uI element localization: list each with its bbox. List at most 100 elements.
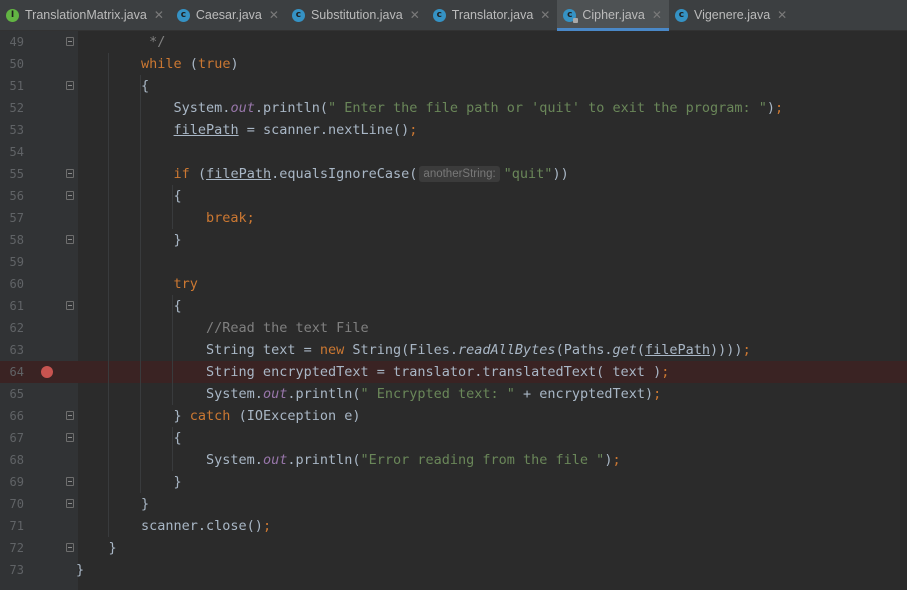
line-number[interactable]: 66 bbox=[0, 405, 24, 427]
indent-guide bbox=[140, 75, 141, 493]
code-token: ) bbox=[766, 100, 776, 116]
code-line[interactable]: 63 String text = new String(Files.readAl… bbox=[0, 339, 907, 361]
code-text: break; bbox=[76, 207, 255, 229]
code-text: System.out.println("Error reading from t… bbox=[76, 449, 621, 471]
line-number[interactable]: 63 bbox=[0, 339, 24, 361]
code-line[interactable]: 49 */ bbox=[0, 31, 907, 53]
fold-marker-icon[interactable] bbox=[66, 411, 74, 420]
fold-marker-icon[interactable] bbox=[66, 499, 74, 508]
code-line[interactable]: 59 bbox=[0, 251, 907, 273]
code-line[interactable]: 50 while (true) bbox=[0, 53, 907, 75]
code-token: + encryptedText) bbox=[514, 386, 654, 402]
code-token: System. bbox=[76, 452, 263, 468]
code-text: { bbox=[76, 295, 182, 317]
code-token: )) bbox=[552, 166, 569, 182]
line-number[interactable]: 72 bbox=[0, 537, 24, 559]
code-token: (Paths. bbox=[555, 342, 613, 358]
line-number[interactable]: 70 bbox=[0, 493, 24, 515]
indent-guide bbox=[108, 53, 109, 537]
breakpoint-icon[interactable] bbox=[41, 366, 53, 378]
fold-marker-icon[interactable] bbox=[66, 235, 74, 244]
line-number[interactable]: 53 bbox=[0, 119, 24, 141]
line-number[interactable]: 71 bbox=[0, 515, 24, 537]
line-number[interactable]: 62 bbox=[0, 317, 24, 339]
fold-marker-icon[interactable] bbox=[66, 301, 74, 310]
fold-marker-icon[interactable] bbox=[66, 543, 74, 552]
close-tab-icon[interactable]: ✕ bbox=[154, 8, 164, 22]
line-number[interactable]: 58 bbox=[0, 229, 24, 251]
code-line[interactable]: 55 if (filePath.equalsIgnoreCase(another… bbox=[0, 163, 907, 185]
code-line[interactable]: 73} bbox=[0, 559, 907, 581]
code-line[interactable]: 65 System.out.println(" Encrypted text: … bbox=[0, 383, 907, 405]
code-line[interactable]: 71 scanner.close(); bbox=[0, 515, 907, 537]
code-editor[interactable]: 49 */50 while (true) 51 {52 System.out.pr… bbox=[0, 31, 907, 590]
fold-marker-icon[interactable] bbox=[66, 81, 74, 90]
line-number[interactable]: 50 bbox=[0, 53, 24, 75]
line-number[interactable]: 52 bbox=[0, 97, 24, 119]
fold-marker-icon[interactable] bbox=[66, 477, 74, 486]
code-token: filePath bbox=[173, 122, 239, 138]
line-number[interactable]: 59 bbox=[0, 251, 24, 273]
code-token: catch bbox=[189, 408, 231, 424]
tab-translationmatrix-java[interactable]: I TranslationMatrix.java ✕ bbox=[0, 0, 171, 30]
close-tab-icon[interactable]: ✕ bbox=[652, 8, 662, 22]
code-token: break; bbox=[206, 210, 255, 226]
tab-caesar-java[interactable]: c Caesar.java ✕ bbox=[171, 0, 286, 30]
code-text: { bbox=[76, 185, 182, 207]
code-line[interactable]: 58 } bbox=[0, 229, 907, 251]
code-line[interactable]: 72 } bbox=[0, 537, 907, 559]
close-tab-icon[interactable]: ✕ bbox=[410, 8, 420, 22]
code-token: String encryptedText = translator.transl… bbox=[76, 364, 662, 380]
line-number[interactable]: 64 bbox=[0, 361, 24, 383]
fold-marker-icon[interactable] bbox=[66, 37, 74, 46]
code-line[interactable]: 60 try bbox=[0, 273, 907, 295]
line-number[interactable]: 60 bbox=[0, 273, 24, 295]
code-token: ; bbox=[612, 452, 621, 468]
code-line[interactable]: 56 { bbox=[0, 185, 907, 207]
close-tab-icon[interactable]: ✕ bbox=[269, 8, 279, 22]
code-line[interactable]: 53 filePath = scanner.nextLine(); bbox=[0, 119, 907, 141]
code-line[interactable]: 51 { bbox=[0, 75, 907, 97]
code-token: } bbox=[76, 562, 85, 578]
code-line[interactable]: 67 { bbox=[0, 427, 907, 449]
line-number[interactable]: 54 bbox=[0, 141, 24, 163]
line-number[interactable]: 69 bbox=[0, 471, 24, 493]
code-line[interactable]: 62 //Read the text File bbox=[0, 317, 907, 339]
line-number[interactable]: 73 bbox=[0, 559, 24, 581]
line-number[interactable]: 65 bbox=[0, 383, 24, 405]
code-token: = scanner.nextLine() bbox=[238, 122, 410, 138]
code-token: readAllBytes bbox=[458, 342, 556, 358]
line-number[interactable]: 49 bbox=[0, 31, 24, 53]
line-number[interactable]: 68 bbox=[0, 449, 24, 471]
code-token: out bbox=[262, 386, 288, 402]
line-number[interactable]: 55 bbox=[0, 163, 24, 185]
tab-vigenere-java[interactable]: c Vigenere.java ✕ bbox=[669, 0, 794, 30]
fold-marker-icon[interactable] bbox=[66, 433, 74, 442]
tab-substitution-java[interactable]: c Substitution.java ✕ bbox=[286, 0, 427, 30]
code-line[interactable]: 66 } catch (IOException e) bbox=[0, 405, 907, 427]
tab-cipher-java[interactable]: c Cipher.java ✕ bbox=[557, 0, 669, 31]
close-tab-icon[interactable]: ✕ bbox=[777, 8, 787, 22]
line-number[interactable]: 51 bbox=[0, 75, 24, 97]
code-line[interactable]: 64 String encryptedText = translator.tra… bbox=[0, 361, 907, 383]
code-line[interactable]: 69 } bbox=[0, 471, 907, 493]
code-token: //Read the text File bbox=[206, 320, 369, 336]
line-number[interactable]: 57 bbox=[0, 207, 24, 229]
fold-marker-icon[interactable] bbox=[66, 169, 74, 178]
code-line[interactable]: 54 bbox=[0, 141, 907, 163]
close-tab-icon[interactable]: ✕ bbox=[540, 8, 550, 22]
code-line[interactable]: 52 System.out.println(" Enter the file p… bbox=[0, 97, 907, 119]
code-line[interactable]: 70 } bbox=[0, 493, 907, 515]
code-token: (IOException e) bbox=[230, 408, 361, 424]
tab-label: Substitution.java bbox=[310, 8, 403, 22]
tab-translator-java[interactable]: c Translator.java ✕ bbox=[427, 0, 558, 30]
code-line[interactable]: 61 { bbox=[0, 295, 907, 317]
code-line[interactable]: 57 break; bbox=[0, 207, 907, 229]
line-number[interactable]: 61 bbox=[0, 295, 24, 317]
code-token: { bbox=[76, 188, 182, 204]
line-number[interactable]: 56 bbox=[0, 185, 24, 207]
code-line[interactable]: 68 System.out.println("Error reading fro… bbox=[0, 449, 907, 471]
line-number[interactable]: 67 bbox=[0, 427, 24, 449]
fold-marker-icon[interactable] bbox=[66, 191, 74, 200]
